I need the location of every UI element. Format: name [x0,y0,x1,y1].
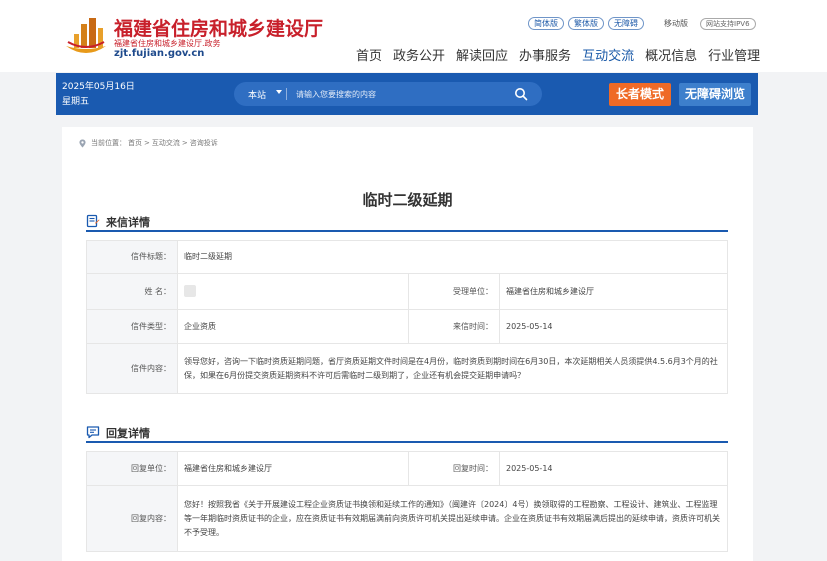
reply-unit-value: 福建省住房和城乡建设厅 [177,451,409,486]
table-row: 姓 名： 受理单位： 福建省住房和城乡建设厅 [86,273,728,310]
search-bar-band: 2025年05月16日 星期五 本站 长者模式 无障碍浏览 [56,73,758,115]
mobile-version-link[interactable]: 移动版 [664,18,688,29]
reply-section-header: 回复详情 [86,425,728,443]
search-scope-select[interactable]: 本站 [248,88,266,101]
simplified-link[interactable]: 简体版 [528,17,564,30]
letter-org-value: 福建省住房和城乡建设厅 [499,273,728,310]
nav-home[interactable]: 首页 [356,45,382,64]
nav-services[interactable]: 办事服务 [519,45,571,64]
breadcrumb: 当前位置： 首页 > 互动交流 > 咨询投诉 [78,138,220,148]
letter-section-header: 来信详情 [86,214,728,232]
nav-overview[interactable]: 概况信息 [645,45,697,64]
search-input[interactable] [296,87,496,101]
traditional-link[interactable]: 繁体版 [568,17,604,30]
letter-time-label: 来信时间： [408,309,500,344]
letter-type-label: 信件类型： [86,309,178,344]
top-links: 简体版 繁体版 无障碍 移动版 网站支持IPV6 [528,17,756,30]
letter-name-value [177,273,409,310]
main-nav: 首页 政务公开 解读回应 办事服务 互动交流 概况信息 行业管理 [356,45,771,64]
site-url: zjt.fujian.gov.cn [114,48,205,59]
breadcrumb-interaction[interactable]: 互动交流 [152,138,180,148]
weekday-text: 星期五 [62,97,90,107]
reply-details-table: 回复单位： 福建省住房和城乡建设厅 回复时间： 2025-05-14 回复内容：… [86,451,728,552]
table-row: 回复内容： 您好！按照我省《关于开展建设工程企业资质证书换领和延续工作的通知》（… [86,485,728,552]
letter-type-value: 企业资质 [177,309,409,344]
nav-industry[interactable]: 行业管理 [708,45,760,64]
table-row: 信件标题： 临时二级延期 [86,240,728,274]
breadcrumb-home[interactable]: 首页 [128,138,142,148]
letter-org-label: 受理单位： [408,273,500,310]
letter-content-value: 领导您好，咨询一下临时资质延期问题，省厅资质延期文件时间是在4月份，临时资质到期… [177,343,728,394]
breadcrumb-consult[interactable]: 咨询投诉 [190,138,218,148]
date-text: 2025年05月16日 [62,82,135,92]
date-display: 2025年05月16日 星期五 [62,80,135,110]
letter-title-label: 信件标题： [86,240,178,274]
table-row: 回复单位： 福建省住房和城乡建设厅 回复时间： 2025-05-14 [86,451,728,486]
search-box: 本站 [234,82,542,106]
letter-content-label: 信件内容： [86,343,178,394]
accessible-browse-button[interactable]: 无障碍浏览 [679,83,751,106]
site-logo-icon[interactable] [62,12,110,60]
letter-details-table: 信件标题： 临时二级延期 姓 名： 受理单位： 福建省住房和城乡建设厅 信件类型… [86,240,728,394]
breadcrumb-sep: > [181,139,188,147]
table-row: 信件类型： 企业资质 来信时间： 2025-05-14 [86,309,728,344]
elder-mode-button[interactable]: 长者模式 [609,83,671,106]
site-header: 福建省住房和城乡建设厅 福建省住房和城乡建设厅.政务 zjt.fujian.go… [0,0,827,72]
redacted-name [184,285,196,297]
location-pin-icon [79,138,86,148]
reply-unit-label: 回复单位： [86,451,178,486]
accessibility-link[interactable]: 无障碍 [608,17,644,30]
reply-time-value: 2025-05-14 [499,451,728,486]
reply-content-value: 您好！按照我省《关于开展建设工程企业资质证书换领和延续工作的通知》（闽建许〔20… [177,485,728,552]
main-content: 当前位置： 首页 > 互动交流 > 咨询投诉 临时二级延期 来信详情 信件标题：… [62,127,753,561]
breadcrumb-sep: > [144,139,150,147]
letter-icon [86,214,100,228]
nav-interpretation[interactable]: 解读回应 [456,45,508,64]
letter-time-value: 2025-05-14 [499,309,728,344]
chevron-down-icon[interactable] [276,90,282,94]
breadcrumb-prefix: 当前位置： [91,139,126,147]
reply-section-title: 回复详情 [106,427,150,440]
reply-content-label: 回复内容： [86,485,178,552]
search-divider [286,88,287,100]
letter-name-label: 姓 名： [86,273,178,310]
site-title[interactable]: 福建省住房和城乡建设厅 [114,14,323,41]
letter-title-value: 临时二级延期 [177,240,728,274]
table-row: 信件内容： 领导您好，咨询一下临时资质延期问题，省厅资质延期文件时间是在4月份，… [86,343,728,394]
letter-section-title: 来信详情 [106,216,150,229]
page-title: 临时二级延期 [362,191,453,209]
chat-bubble-icon [86,426,100,439]
nav-interaction[interactable]: 互动交流 [582,45,634,64]
ipv6-badge: 网站支持IPV6 [700,17,756,30]
search-icon[interactable] [514,87,528,101]
nav-gov-affairs[interactable]: 政务公开 [393,45,445,64]
reply-time-label: 回复时间： [408,451,500,486]
